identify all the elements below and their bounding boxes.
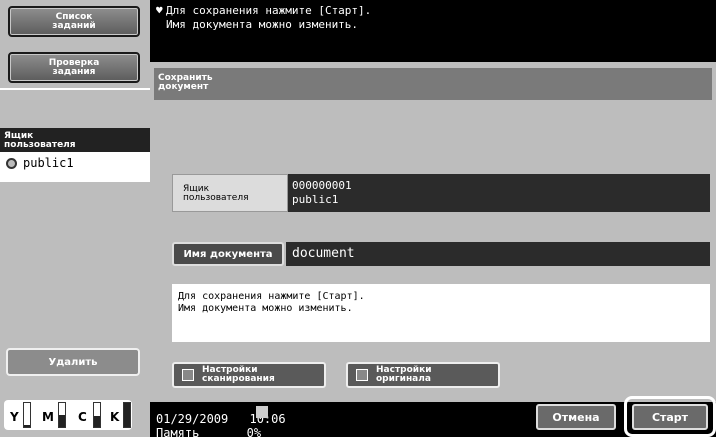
- message-box: Для сохранения нажмите [Старт]. Имя доку…: [172, 284, 710, 342]
- info-icon: ♥: [156, 4, 163, 17]
- user-box-name: public1: [292, 193, 339, 206]
- user-box-value: 000000001 public1: [288, 174, 710, 212]
- doc-name-button[interactable]: Имя документа: [172, 242, 284, 266]
- original-settings-button[interactable]: Настройки оригинала: [346, 362, 500, 388]
- toner-m-label: M: [42, 410, 54, 424]
- toner-m-bar: [58, 402, 66, 428]
- top-message-line2: Имя документа можно изменить.: [166, 18, 359, 31]
- delete-button[interactable]: Удалить: [6, 348, 140, 376]
- toner-k-label: K: [110, 410, 120, 424]
- original-settings-label: Настройки оригинала: [376, 365, 432, 384]
- scan-settings-label: Настройки сканирования: [202, 365, 275, 384]
- left-panel: Список заданий Проверка задания Ящик пол…: [0, 0, 150, 437]
- box-icon: [6, 157, 17, 169]
- divider: [0, 88, 150, 90]
- network-icon: [256, 406, 268, 418]
- job-list-button[interactable]: Список заданий: [8, 6, 140, 37]
- check-job-button[interactable]: Проверка задания: [8, 52, 140, 83]
- date: 01/29/2009: [156, 412, 229, 426]
- start-button[interactable]: Старт: [632, 404, 708, 430]
- original-icon: [356, 369, 368, 381]
- user-box-field: Ящик пользователя 000000001 public1: [172, 174, 710, 212]
- user-box-number: 000000001: [292, 179, 352, 192]
- user-box-list: public1: [0, 152, 150, 182]
- doc-name-value: document: [286, 242, 710, 266]
- main-panel: Сохранить документ Ящик пользователя 000…: [150, 62, 716, 402]
- scan-icon: [182, 369, 194, 381]
- toner-y-bar: [23, 402, 31, 428]
- toner-c-bar: [93, 402, 101, 428]
- toner-k-bar: [123, 402, 131, 428]
- toner-c-label: C: [78, 410, 87, 424]
- user-box-label: Ящик пользователя: [172, 174, 288, 212]
- user-box-header: Ящик пользователя: [0, 128, 150, 152]
- memory-value: 0%: [246, 426, 262, 437]
- top-message-line1: Для сохранения нажмите [Старт].: [166, 4, 372, 17]
- doc-name-field: Имя документа document: [172, 242, 710, 266]
- panel-title: Сохранить документ: [154, 68, 712, 100]
- toner-indicator: Y M C K: [4, 400, 132, 430]
- toner-y-label: Y: [10, 410, 19, 424]
- scan-settings-button[interactable]: Настройки сканирования: [172, 362, 326, 388]
- bottom-bar: 01/29/2009 10:06 Память 0% Отмена Старт: [156, 396, 716, 437]
- memory-label: Память: [156, 426, 200, 437]
- user-box-item-label: public1: [23, 156, 74, 170]
- cancel-button[interactable]: Отмена: [536, 404, 616, 430]
- top-message: ♥ Для сохранения нажмите [Старт]. Имя док…: [156, 4, 712, 44]
- user-box-item[interactable]: public1: [6, 156, 74, 170]
- screen: Список заданий Проверка задания Ящик пол…: [0, 0, 716, 437]
